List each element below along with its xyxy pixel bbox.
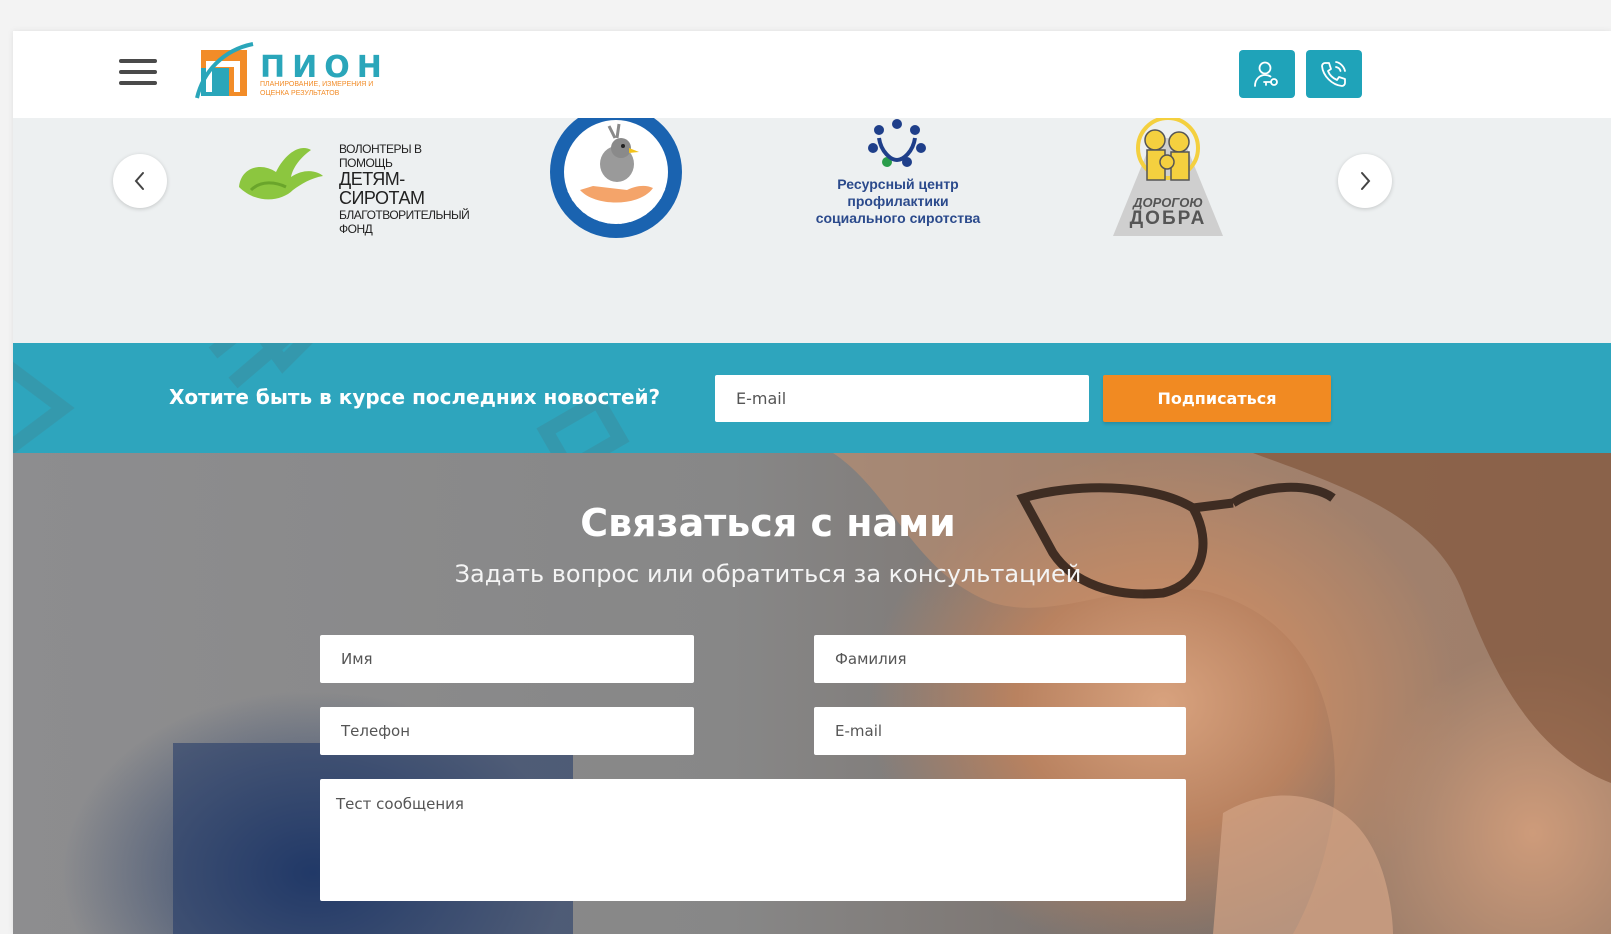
contact-section: Связаться с нами Задать вопрос или обрат… [13, 453, 1611, 934]
partner-logo-dorogoyu-dobra[interactable]: ДОРОГОЮ ДОБРА [1103, 118, 1233, 240]
contact-subtitle: Задать вопрос или обратиться за консульт… [454, 560, 1082, 588]
page: ПИОН ПЛАНИРОВАНИЕ, ИЗМЕРЕНИЯ И ОЦЕНКА РЕ… [13, 31, 1611, 934]
user-key-icon [1254, 61, 1278, 87]
email-field[interactable] [814, 707, 1186, 755]
carousel-prev-button[interactable] [113, 154, 167, 208]
circle-people-icon [868, 119, 926, 167]
partner-resource-center-text: Ресурсный центр профилактики социального… [815, 176, 981, 226]
hands-icon [239, 148, 323, 200]
partner-logo-volunteers[interactable]: ВОЛОНТЕРЫ В ПОМОЩЬ ДЕТЯМ-СИРОТАМ БЛАГОТВ… [231, 132, 471, 236]
account-button[interactable] [1239, 50, 1295, 98]
logo-mark-icon [195, 42, 254, 99]
carousel-next-button[interactable] [1338, 154, 1392, 208]
chevron-left-icon [134, 172, 144, 190]
subscribe-button[interactable]: Подписаться [1103, 375, 1331, 422]
menu-icon[interactable] [119, 59, 157, 87]
partner-logo-resource-center[interactable]: Ресурсный центр профилактики социального… [803, 118, 1003, 228]
call-button[interactable] [1306, 50, 1362, 98]
last-name-field[interactable] [814, 635, 1186, 683]
site-logo[interactable]: ПИОН ПЛАНИРОВАНИЕ, ИЗМЕРЕНИЯ И ОЦЕНКА РЕ… [193, 40, 393, 104]
newsletter-email-input[interactable] [715, 375, 1089, 422]
logo-tagline: ПЛАНИРОВАНИЕ, ИЗМЕРЕНИЯ И ОЦЕНКА РЕЗУЛЬТ… [260, 81, 374, 97]
message-field[interactable] [320, 779, 1186, 901]
partner-raspravkrylia-ring-text: РАСПРАВЬ КРЫЛЬЯ! [545, 118, 670, 228]
partner-dorogoyu-dobra-text: ДОРОГОЮ ДОБРА [1129, 195, 1207, 229]
svg-text:РАСПРАВЬ КРЫЛЬЯ!: РАСПРАВЬ КРЫЛЬЯ! [545, 118, 670, 228]
phone-icon [1321, 61, 1346, 87]
partner-logo-raspravkrylia[interactable]: РАСПРАВЬ КРЫЛЬЯ! [545, 118, 687, 240]
chevron-right-icon [1361, 172, 1371, 190]
newsletter-banner: Хотите быть в курсе последних новостей? … [13, 343, 1611, 453]
partner-volunteers-text: ВОЛОНТЕРЫ В ПОМОЩЬ ДЕТЯМ-СИРОТАМ БЛАГОТВ… [339, 142, 470, 236]
phone-field[interactable] [320, 707, 694, 755]
contact-title: Связаться с нами [580, 501, 956, 545]
first-name-field[interactable] [320, 635, 694, 683]
newsletter-title: Хотите быть в курсе последних новостей? [169, 385, 661, 409]
partners-carousel: ВОЛОНТЕРЫ В ПОМОЩЬ ДЕТЯМ-СИРОТАМ БЛАГОТВ… [13, 118, 1611, 343]
site-header: ПИОН ПЛАНИРОВАНИЕ, ИЗМЕРЕНИЯ И ОЦЕНКА РЕ… [13, 31, 1611, 118]
